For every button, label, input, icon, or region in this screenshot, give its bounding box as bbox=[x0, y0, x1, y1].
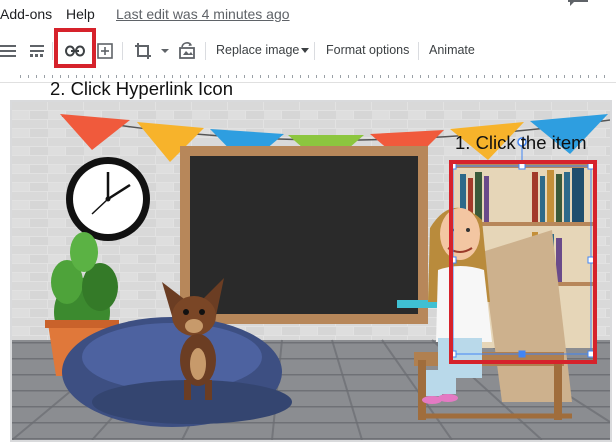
distribute-icon[interactable] bbox=[26, 40, 48, 62]
toolbar-divider bbox=[314, 42, 315, 60]
last-edit-link[interactable]: Last edit was 4 minutes ago bbox=[116, 6, 290, 22]
resize-handle[interactable] bbox=[518, 350, 526, 358]
menu-bar: Add-ons Help Last edit was 4 minutes ago bbox=[0, 0, 616, 30]
toolbar-divider bbox=[122, 42, 123, 60]
format-options-button[interactable]: Format options bbox=[326, 43, 409, 57]
align-icon[interactable] bbox=[0, 40, 20, 62]
comment-history-icon[interactable] bbox=[566, 0, 590, 8]
menu-add-ons[interactable]: Add-ons bbox=[0, 6, 52, 22]
wall-clock bbox=[66, 157, 150, 241]
add-comment-icon[interactable] bbox=[94, 40, 116, 62]
instruction-step-2: 2. Click Hyperlink Icon bbox=[50, 78, 234, 99]
replace-image-label: Replace image bbox=[216, 43, 300, 57]
toolbar-divider bbox=[205, 42, 206, 60]
crop-icon[interactable] bbox=[132, 40, 154, 62]
link-icon-highlight bbox=[54, 28, 96, 68]
chevron-down-icon bbox=[301, 48, 310, 54]
crop-dropdown-icon[interactable] bbox=[154, 40, 176, 62]
menu-help[interactable]: Help bbox=[66, 6, 95, 22]
toolbar-divider bbox=[418, 42, 419, 60]
reset-image-icon[interactable] bbox=[176, 40, 198, 62]
instruction-step-1: 1. Click the item bbox=[455, 132, 587, 153]
toolbar-divider bbox=[52, 42, 53, 60]
replace-image-button[interactable]: Replace image bbox=[216, 43, 310, 57]
animate-button[interactable]: Animate bbox=[429, 43, 475, 57]
